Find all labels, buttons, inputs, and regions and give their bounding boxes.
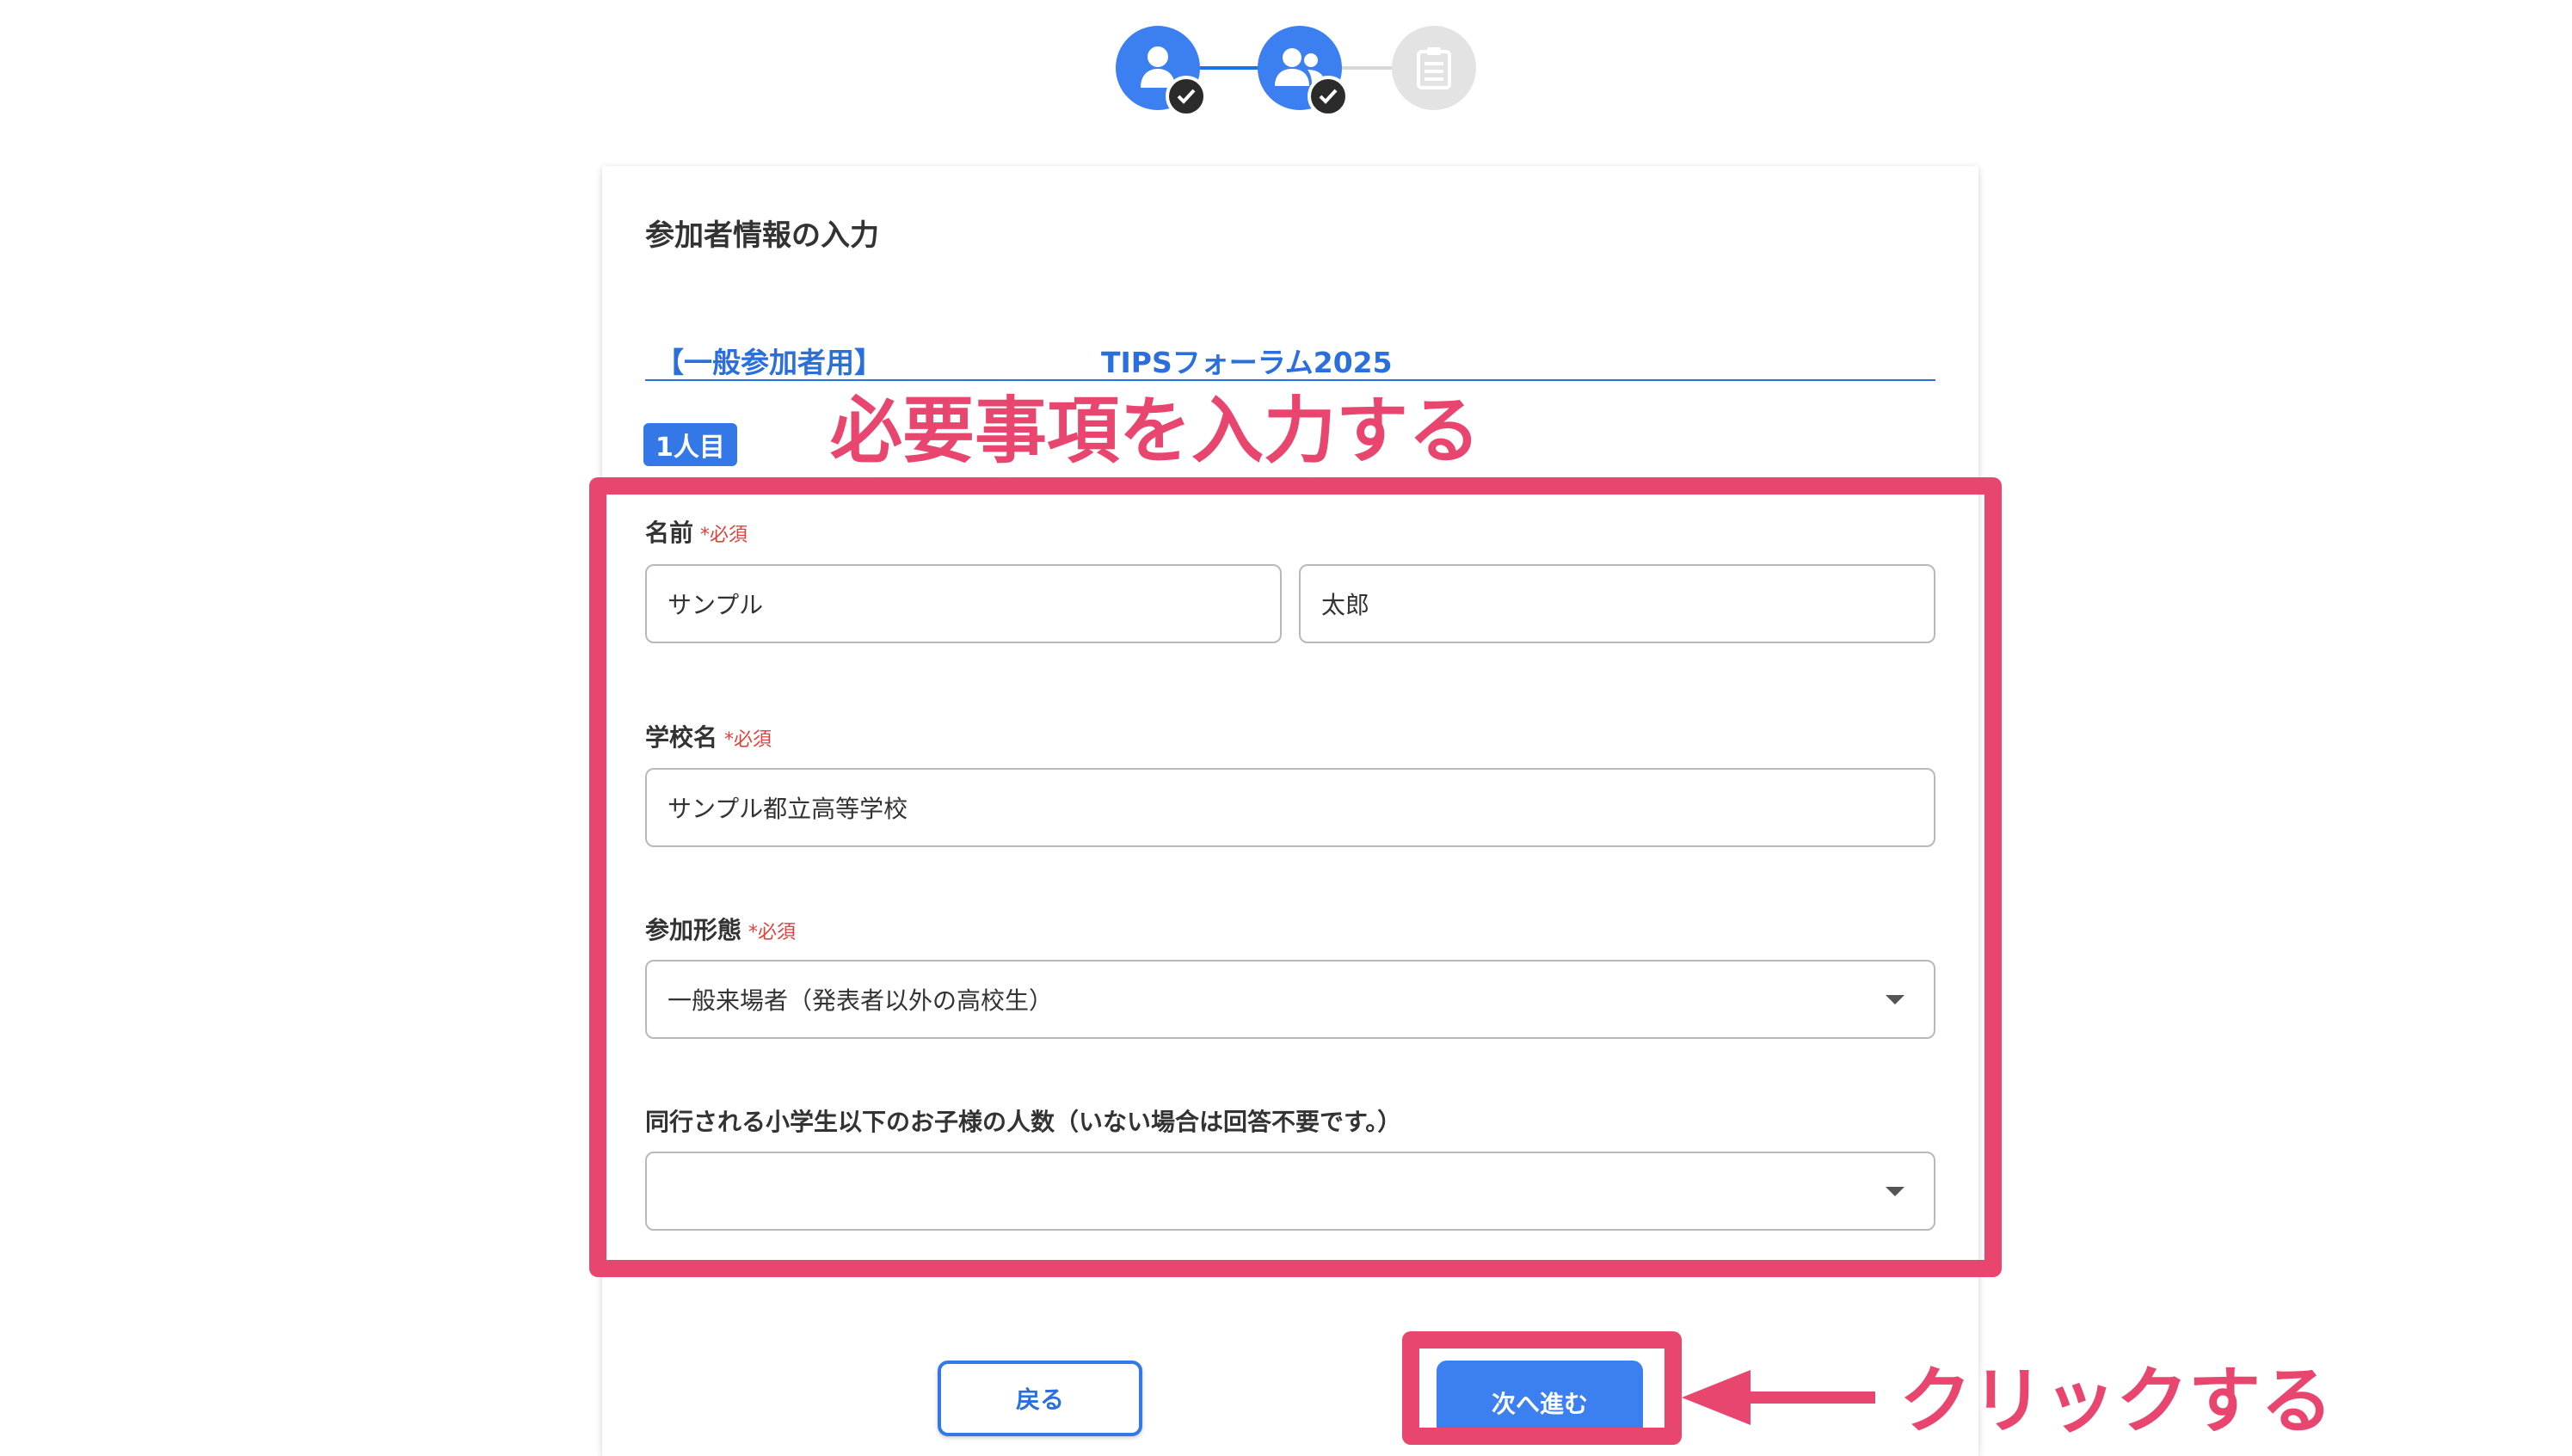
back-button[interactable]: 戻る <box>938 1361 1142 1436</box>
arrow-icon <box>1682 1370 1875 1425</box>
annotation-fill-in-text: 必要事項を入力する <box>830 389 1481 473</box>
page-title: 参加者情報の入力 <box>645 218 879 253</box>
stepper-connector-1 <box>1200 66 1260 70</box>
stepper-step-3 <box>1392 26 1476 110</box>
stepper-connector-2 <box>1342 66 1394 70</box>
clipboard-icon <box>1417 47 1451 89</box>
annotation-next-button-highlight <box>1402 1331 1682 1445</box>
stepper-step-2 <box>1258 26 1349 117</box>
annotation-click-text: クリックする <box>1899 1359 2334 1443</box>
annotation-form-highlight <box>589 477 2002 1277</box>
check-icon <box>1308 76 1349 117</box>
person-badge: 1人目 <box>643 423 737 466</box>
stepper-step-1 <box>1116 26 1207 117</box>
check-icon <box>1166 76 1207 117</box>
